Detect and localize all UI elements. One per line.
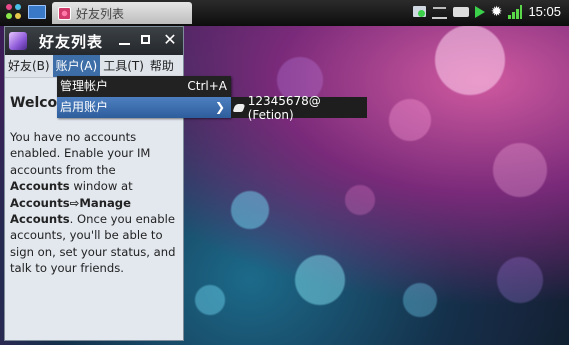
- menu-accounts[interactable]: 账户(A): [52, 55, 101, 77]
- network-icon[interactable]: [412, 6, 426, 17]
- no-accounts-message: You have no accounts enabled. Enable you…: [10, 129, 178, 277]
- maximize-icon: [141, 35, 150, 44]
- minimize-icon: [119, 43, 130, 45]
- menu-item-enable-account[interactable]: 启用账户 ❯: [57, 97, 231, 118]
- buddy-list-window: 好友列表 ✕ 好友(B) 账户(A) 工具(T) 帮助 Welco You ha…: [4, 26, 184, 341]
- pidgin-app-icon: [9, 32, 27, 50]
- clock[interactable]: 15:05: [528, 4, 561, 19]
- window-title: 好友列表: [39, 32, 104, 51]
- message-part: window at: [69, 179, 133, 194]
- signal-bars-icon[interactable]: [431, 5, 447, 19]
- submenu-item-label: 12345678@ (Fetion): [247, 93, 321, 122]
- maximize-button[interactable]: [141, 31, 155, 49]
- apps-grid-icon[interactable]: [6, 4, 22, 20]
- window-titlebar[interactable]: 好友列表 ✕: [5, 27, 183, 55]
- menu-tools[interactable]: 工具(T): [100, 55, 147, 77]
- welcome-heading: Welco: [10, 95, 58, 111]
- menu-help[interactable]: 帮助: [147, 55, 177, 77]
- brightness-icon[interactable]: ✹: [491, 5, 503, 19]
- menu-item-label: 启用账户: [60, 100, 109, 114]
- chevron-right-icon: ❯: [214, 100, 225, 114]
- cell-signal-icon: [508, 4, 523, 19]
- menu-item-shortcut: Ctrl+A: [187, 79, 227, 93]
- close-button[interactable]: ✕: [163, 31, 177, 49]
- menu-bar: 好友(B) 账户(A) 工具(T) 帮助: [5, 55, 183, 78]
- menu-item-manage-accounts[interactable]: 管理帐户 Ctrl+A: [57, 76, 231, 97]
- message-part-bold: Accounts: [10, 179, 70, 194]
- play-icon[interactable]: [474, 5, 485, 18]
- message-part: You have no accounts enabled. Enable you…: [10, 130, 151, 177]
- app-small-icon: [58, 6, 71, 20]
- storage-icon[interactable]: [452, 6, 469, 17]
- status-bar: 好友列表 ✹ 15:05: [0, 0, 569, 26]
- minimize-button[interactable]: [119, 31, 133, 49]
- menu-item-label: 管理帐户: [60, 79, 109, 93]
- fetion-protocol-icon: [232, 103, 246, 112]
- menu-buddies[interactable]: 好友(B): [5, 55, 53, 77]
- taskbar-window-title: 好友列表: [76, 6, 125, 21]
- close-icon: ✕: [163, 30, 177, 49]
- desktop-icon[interactable]: [28, 5, 46, 19]
- accounts-dropdown-menu: 管理帐户 Ctrl+A 启用账户 ❯: [57, 76, 231, 118]
- taskbar-window-tab[interactable]: 好友列表: [52, 2, 192, 24]
- enable-account-submenu-item[interactable]: 12345678@ (Fetion): [231, 94, 367, 122]
